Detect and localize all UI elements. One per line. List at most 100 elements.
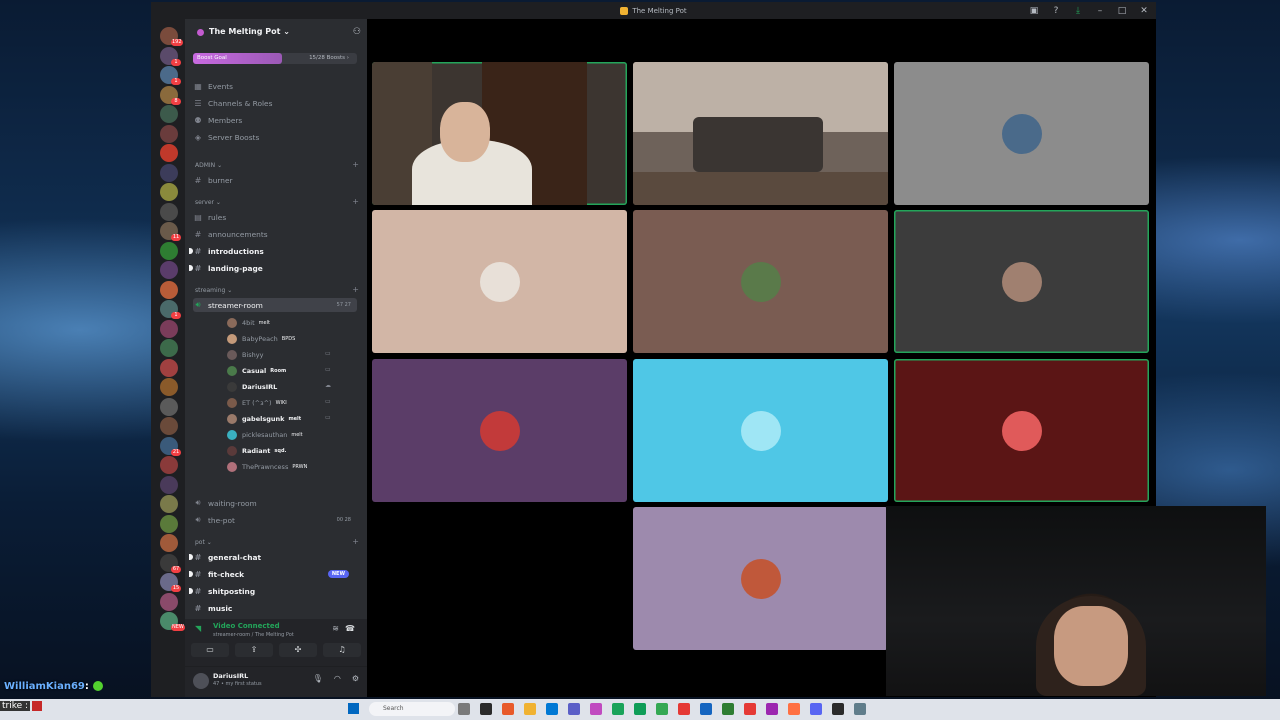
maximize-button[interactable]: □ <box>1116 5 1128 17</box>
download-icon[interactable]: ⤓ <box>1072 5 1084 17</box>
server-header[interactable]: The Melting Pot ⌄ ⚇ <box>185 19 367 45</box>
camera-off-button[interactable]: ▭ <box>191 643 229 657</box>
voice-channel-streamer-room[interactable]: 🔊︎ streamer-room 57 27 <box>193 298 357 312</box>
add-channel-icon[interactable]: + <box>352 160 359 169</box>
server-icon[interactable] <box>160 358 178 377</box>
video-tile[interactable] <box>894 359 1149 502</box>
server-icon[interactable] <box>160 261 178 279</box>
server-icon[interactable] <box>160 534 178 552</box>
server-icon[interactable] <box>160 202 178 221</box>
server-icon[interactable] <box>160 456 178 474</box>
server-icon[interactable] <box>160 124 178 143</box>
menu-item-server-boosts[interactable]: ◈ Server Boosts <box>193 130 259 144</box>
taskbar-app-icon[interactable] <box>810 703 822 715</box>
channel-rules[interactable]: ▤ rules <box>193 210 226 224</box>
taskbar-app-icon[interactable] <box>678 703 690 715</box>
server-icon[interactable] <box>160 183 178 201</box>
activities-button[interactable]: ✣ <box>279 643 317 657</box>
video-tile[interactable] <box>633 359 888 502</box>
video-tile[interactable] <box>894 62 1149 205</box>
server-icon[interactable] <box>160 417 178 435</box>
server-icon[interactable] <box>160 592 178 611</box>
channel-announcements[interactable]: # announcements <box>193 227 268 241</box>
taskbar-app-icon[interactable] <box>854 703 866 715</box>
channel-shitposting[interactable]: # shitposting <box>189 584 255 598</box>
video-tile[interactable] <box>633 62 888 205</box>
voice-user[interactable]: Casual Room <box>227 364 286 377</box>
boost-goal-bar[interactable]: Boost Goal 15/28 Boosts › <box>193 53 357 64</box>
taskbar-app-icon[interactable] <box>546 703 558 715</box>
voice-user[interactable]: ET (^з^) WIKI <box>227 396 287 409</box>
video-tile[interactable] <box>372 210 627 353</box>
video-tile[interactable] <box>894 210 1149 353</box>
server-icon[interactable] <box>160 105 178 123</box>
taskbar-app-icon[interactable] <box>634 703 646 715</box>
video-tile[interactable] <box>633 507 888 650</box>
share-screen-button[interactable]: ⇪ <box>235 643 273 657</box>
voice-channel-waiting-room[interactable]: 🔊︎ waiting-room <box>193 496 256 510</box>
video-tile[interactable] <box>372 359 627 502</box>
server-icon[interactable] <box>160 475 178 494</box>
add-channel-icon[interactable]: + <box>352 537 359 546</box>
category-admin[interactable]: ADMIN ⌄ <box>195 162 222 169</box>
taskbar-app-icon[interactable] <box>832 703 844 715</box>
taskbar-app-icon[interactable] <box>788 703 800 715</box>
voice-user[interactable]: Bishyy <box>227 348 263 361</box>
taskbar-app-icon[interactable] <box>612 703 624 715</box>
channel-general-chat[interactable]: # general-chat <box>189 550 261 564</box>
category-pot[interactable]: pot ⌄ <box>195 539 212 546</box>
menu-item-members[interactable]: ⚉ Members <box>193 113 242 127</box>
taskbar-app-icon[interactable] <box>590 703 602 715</box>
gear-icon[interactable]: ⚙ <box>352 674 359 683</box>
server-icon[interactable] <box>160 163 178 182</box>
voice-user[interactable]: 4bit melt <box>227 316 270 329</box>
channel-music[interactable]: # music <box>193 601 233 615</box>
server-icon[interactable] <box>160 339 178 357</box>
server-icon[interactable] <box>160 378 178 396</box>
taskbar-app-icon[interactable] <box>700 703 712 715</box>
voice-location[interactable]: streamer-room / The Melting Pot <box>213 632 294 638</box>
server-icon[interactable] <box>160 241 178 260</box>
taskbar-app-icon[interactable] <box>766 703 778 715</box>
voice-user[interactable]: picklesauthan melt <box>227 428 303 441</box>
category-streaming[interactable]: streaming ⌄ <box>195 287 232 294</box>
menu-item-channels-roles[interactable]: ☰ Channels & Roles <box>193 96 272 110</box>
category-server[interactable]: server ⌄ <box>195 199 221 206</box>
video-tile[interactable] <box>633 210 888 353</box>
taskbar-app-icon[interactable] <box>744 703 756 715</box>
server-icon[interactable] <box>160 397 178 416</box>
taskbar-app-icon[interactable] <box>458 703 470 715</box>
headphones-icon[interactable]: ◠ <box>334 674 341 683</box>
server-icon[interactable] <box>160 514 178 533</box>
close-button[interactable]: ✕ <box>1138 5 1150 17</box>
voice-user[interactable]: ThePrawncess PRWN <box>227 460 307 473</box>
noise-suppression-icon[interactable]: ≋ <box>332 624 339 633</box>
inbox-icon[interactable]: ▣ <box>1028 5 1040 17</box>
server-icon[interactable] <box>160 495 178 513</box>
voice-user[interactable]: BabyPeach BPDS <box>227 332 295 345</box>
taskbar-search[interactable]: Search <box>369 702 455 716</box>
invite-icon[interactable]: ⚇ <box>353 27 361 37</box>
help-icon[interactable]: ? <box>1050 5 1062 17</box>
channel-introductions[interactable]: # introductions <box>189 244 264 258</box>
server-icon[interactable] <box>160 144 178 162</box>
taskbar-app-icon[interactable] <box>524 703 536 715</box>
disconnect-icon[interactable]: ☎ <box>345 624 355 633</box>
taskbar-app-icon[interactable] <box>722 703 734 715</box>
taskbar-app-icon[interactable] <box>568 703 580 715</box>
channel-fit-check[interactable]: # fit-check NEW <box>189 567 357 581</box>
soundboard-button[interactable]: ♫ <box>323 643 361 657</box>
menu-item-events[interactable]: ▦ Events <box>193 79 233 93</box>
channel-landing-page[interactable]: # landing-page <box>189 261 263 275</box>
voice-channel-the-pot[interactable]: 🔊︎ the-pot 00 28 <box>193 513 357 527</box>
taskbar-app-icon[interactable] <box>480 703 492 715</box>
microphone-icon[interactable]: 🎙︎ <box>313 674 323 683</box>
voice-user[interactable]: gabelsgunk melt <box>227 412 301 425</box>
windows-start-icon[interactable] <box>348 703 359 714</box>
add-channel-icon[interactable]: + <box>352 197 359 206</box>
minimize-button[interactable]: – <box>1094 5 1106 17</box>
taskbar-app-icon[interactable] <box>502 703 514 715</box>
user-name[interactable]: DariusIRL <box>213 672 248 680</box>
server-icon[interactable] <box>160 319 178 338</box>
channel-burner[interactable]: # burner <box>193 173 233 187</box>
